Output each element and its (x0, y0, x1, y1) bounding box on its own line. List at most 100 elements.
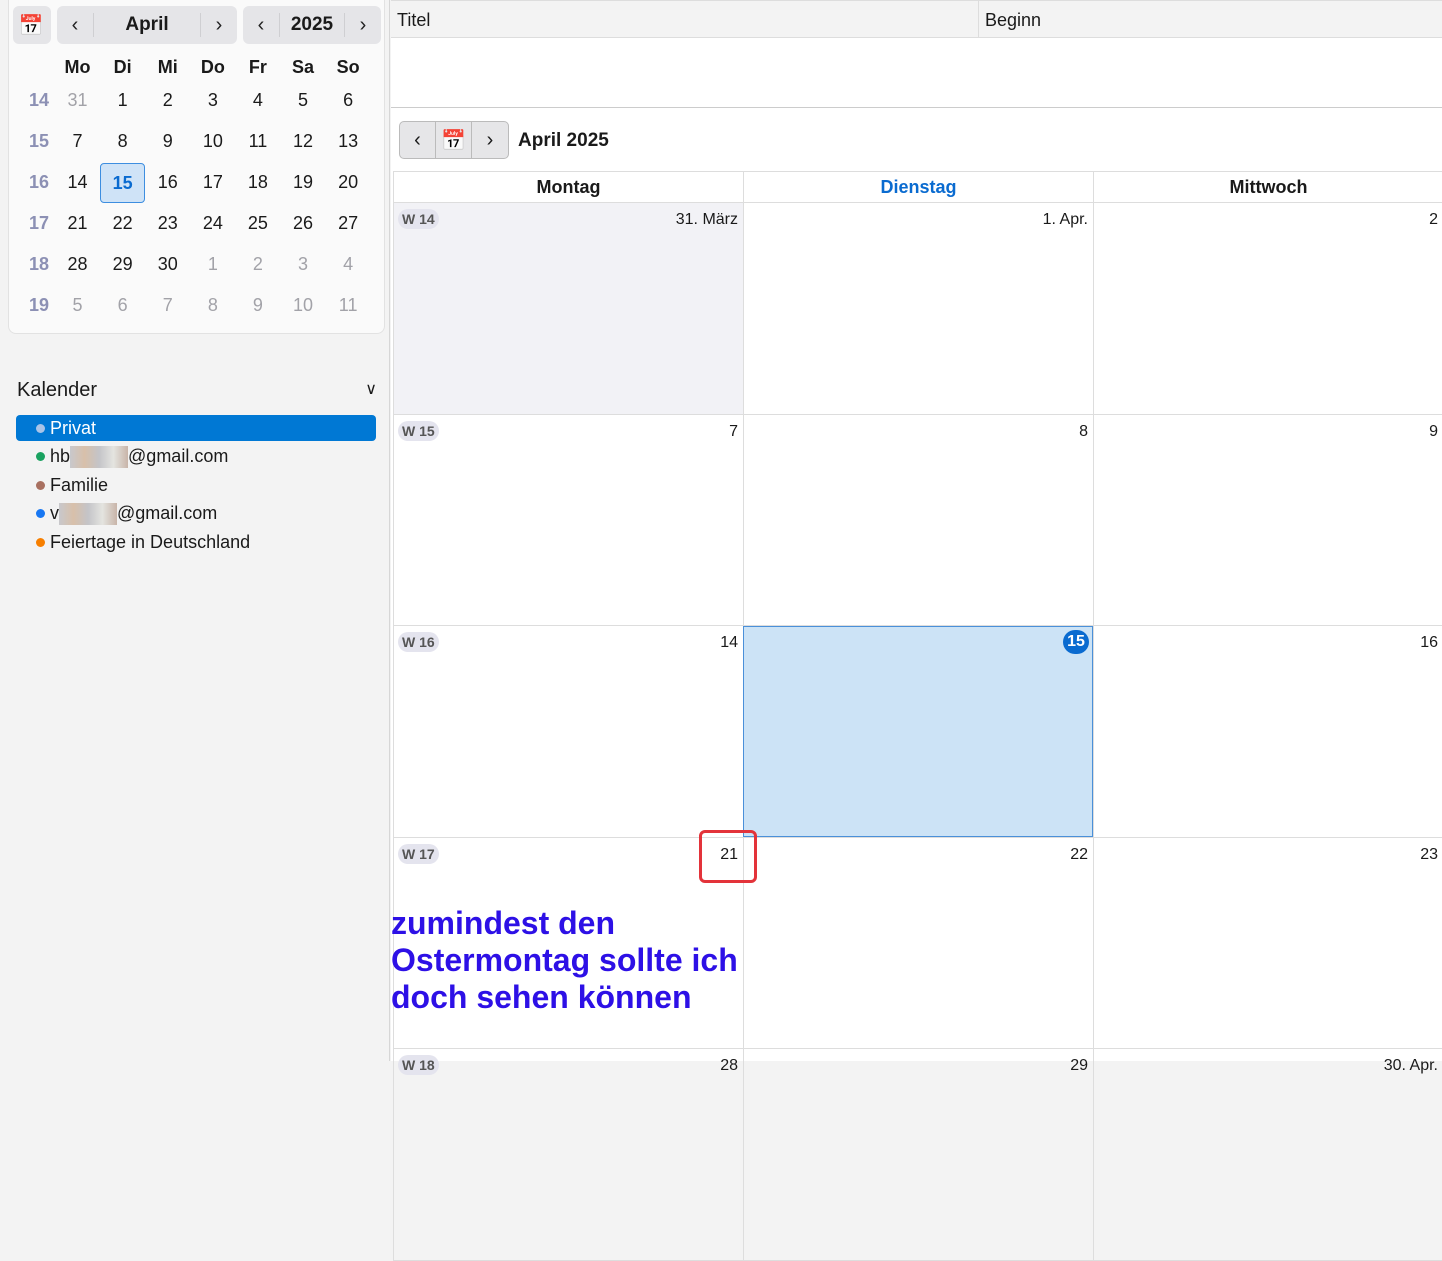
day-cell[interactable]: 1. Apr. (743, 203, 1093, 414)
column-title[interactable]: Titel (391, 1, 979, 37)
prev-button[interactable]: ‹ (400, 122, 436, 158)
weekday-label: Fr (248, 56, 267, 77)
day-cell[interactable]: 16 (145, 172, 190, 193)
week-number[interactable]: 14 (23, 90, 55, 111)
day-cell[interactable]: 7 (145, 295, 190, 316)
day-cell[interactable]: 3 (190, 90, 235, 111)
day-cell[interactable]: W 18 28 (393, 1049, 743, 1260)
week-badge[interactable]: W 14 (398, 209, 439, 229)
week-badge[interactable]: W 15 (398, 420, 439, 441)
day-cell[interactable]: 13 (326, 131, 371, 152)
chevron-down-icon[interactable]: ∨ (365, 379, 377, 399)
day-cell[interactable]: 26 (280, 213, 325, 234)
calendar-item[interactable]: Feiertage in Deutschland (16, 529, 376, 555)
day-cell[interactable]: 16 (1093, 626, 1442, 837)
day-cell[interactable]: 4 (326, 254, 371, 275)
calendar-item[interactable]: hb @gmail.com (16, 444, 376, 470)
day-cell[interactable]: 2 (1093, 203, 1442, 414)
day-cell[interactable]: 19 (280, 172, 325, 193)
weekday-label: So (336, 56, 360, 77)
day-cell[interactable]: W 14 31. März (393, 203, 743, 414)
day-cell[interactable]: 10 (190, 131, 235, 152)
day-cell[interactable]: 21 (55, 213, 100, 234)
day-cell[interactable]: 9 (1093, 414, 1442, 625)
column-begin[interactable]: Beginn (979, 1, 1047, 37)
today-button[interactable]: 📅 (436, 122, 472, 158)
next-button[interactable]: › (472, 122, 508, 158)
day-cell[interactable]: 10 (280, 295, 325, 316)
day-cell[interactable]: 15 (743, 626, 1093, 837)
day-header: Montag (393, 172, 743, 202)
year-label: 2025 (290, 14, 334, 35)
calendar-name: Privat (50, 417, 97, 438)
week-number[interactable]: 18 (23, 254, 55, 275)
day-cell[interactable]: 12 (280, 131, 325, 152)
day-cell[interactable]: 17 (190, 172, 235, 193)
day-cell[interactable]: 23 (145, 213, 190, 234)
week-badge[interactable]: W 18 (398, 1055, 439, 1075)
week-number[interactable]: 17 (23, 213, 55, 234)
week-badge[interactable]: W 16 (398, 632, 439, 652)
week-row: 16 14 15 16 17 18 19 20 (23, 162, 379, 203)
day-cell[interactable]: 24 (190, 213, 235, 234)
today-button[interactable]: 📅 (13, 6, 51, 44)
calendar-list-header[interactable]: Kalender ∨ (17, 379, 377, 402)
day-cell[interactable]: W 16 14 (393, 626, 743, 837)
calendar-name: Familie (50, 474, 109, 495)
view-title: April 2025 (518, 130, 609, 151)
day-cell[interactable]: 9 (145, 131, 190, 152)
day-cell[interactable]: 30. Apr. (1093, 1049, 1442, 1260)
week-badge[interactable]: W 17 (398, 843, 439, 864)
weekday-label: Di (113, 56, 132, 77)
day-cell[interactable]: 4 (235, 90, 280, 111)
day-cell[interactable]: 25 (235, 213, 280, 234)
day-cell[interactable]: 8 (100, 131, 145, 152)
day-cell[interactable]: 29 (743, 1049, 1093, 1260)
calendar-color-dot (36, 480, 45, 490)
day-cell[interactable]: 29 (100, 254, 145, 275)
day-cell[interactable]: 5 (280, 90, 325, 111)
day-cell[interactable]: 22 (743, 837, 1093, 1048)
event-list-header: Titel Beginn (391, 0, 1442, 38)
day-cell[interactable]: 15 (100, 162, 146, 203)
day-cell[interactable]: W 15 7 (393, 414, 743, 625)
prev-year-button[interactable]: ‹ (243, 6, 279, 44)
day-cell[interactable]: 9 (235, 295, 280, 316)
next-month-button[interactable]: › (201, 6, 237, 44)
day-cell[interactable]: 5 (55, 295, 100, 316)
day-cell[interactable]: 31 (55, 90, 100, 111)
day-cell[interactable]: 14 (55, 172, 100, 193)
day-cell[interactable]: 7 (55, 131, 100, 152)
day-cell[interactable]: 27 (326, 213, 371, 234)
day-cell[interactable]: 22 (100, 213, 145, 234)
day-cell[interactable]: 23 (1093, 837, 1442, 1048)
day-cell[interactable]: 11 (326, 295, 371, 316)
calendar-item[interactable]: Privat (16, 415, 376, 441)
day-cell[interactable]: 1 (100, 90, 145, 111)
week-number[interactable]: 15 (23, 131, 55, 152)
prev-month-button[interactable]: ‹ (57, 6, 93, 44)
day-cell[interactable]: 6 (326, 90, 371, 111)
day-cell[interactable]: 8 (743, 414, 1093, 625)
annotation-text: zumindest den Ostermontag sollte ich doc… (391, 905, 738, 1015)
day-number: 31. März (675, 211, 738, 228)
calendar-color-dot (36, 423, 45, 433)
day-cell[interactable]: 20 (326, 172, 371, 193)
calendar-item[interactable]: v @gmail.com (16, 501, 376, 527)
weekday-label: Do (200, 56, 225, 77)
day-cell[interactable]: 28 (55, 254, 100, 275)
day-cell[interactable]: 1 (190, 254, 235, 275)
day-cell[interactable]: 11 (235, 131, 280, 152)
day-cell[interactable]: 6 (100, 295, 145, 316)
day-cell[interactable]: 18 (235, 172, 280, 193)
day-cell[interactable]: 3 (280, 254, 325, 275)
day-cell[interactable]: 8 (190, 295, 235, 316)
day-cell[interactable]: 30 (145, 254, 190, 275)
week-number[interactable]: 16 (23, 172, 55, 193)
day-cell[interactable]: 2 (145, 90, 190, 111)
week-number[interactable]: 19 (23, 295, 55, 316)
next-year-button[interactable]: › (345, 6, 381, 44)
day-cell[interactable]: 2 (235, 254, 280, 275)
calendar-item[interactable]: Familie (16, 472, 376, 498)
calendar-name-prefix: hb (50, 446, 71, 467)
